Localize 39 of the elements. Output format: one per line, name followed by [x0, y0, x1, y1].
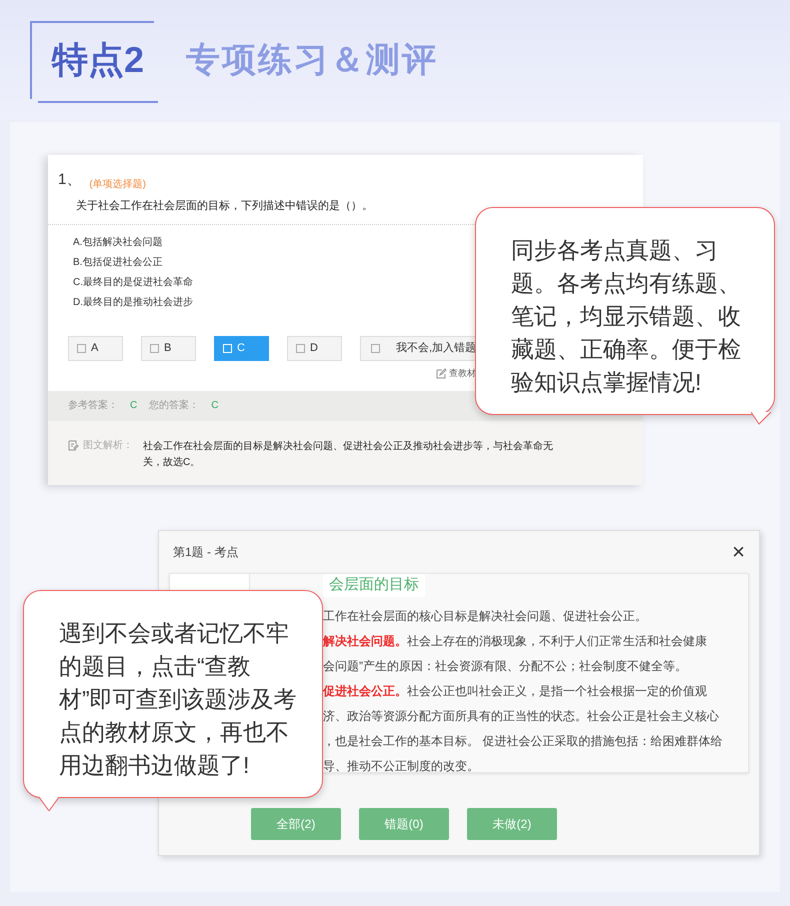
answer-button[interactable]: B: [141, 336, 196, 361]
text-line: 会问题”产生的原因：社会资源有限、分配不公；社会制度不健全等。: [323, 658, 688, 672]
highlight-text: 解决社会问题。: [323, 634, 407, 648]
textbook-link[interactable]: 查教材: [436, 367, 476, 380]
reference-answer: C: [130, 399, 138, 413]
reference-label: 参考答案：: [68, 398, 118, 413]
question-text: 关于社会工作在社会层面的目标，下列描述中错误的是（）。: [75, 198, 374, 214]
option-text: A.包括解决社会问题: [73, 236, 162, 250]
document-icon: [68, 440, 79, 451]
callout-text: 遇到不会或者记忆不牢的题目，点击“查教材”即可查到该题涉及考点的教材原文，再也不用边翻书边做题了!: [59, 619, 298, 780]
option-text: B.包括促进社会公正: [73, 256, 162, 270]
your-answer-label: 您的答案：: [149, 398, 200, 413]
text-line: 导、推动不公正制度的改变。: [323, 758, 480, 772]
text-line: ，也是社会工作的基本目标。 促进社会公正采取的措施包括：给困难群体给: [323, 734, 724, 748]
callout-text: 同步各考点真题、习题。各考点均有练题、笔记，均显示错题、收藏题、正确率。便于检验知识点掌握情况!: [511, 236, 742, 397]
badge-title: 特点2: [52, 38, 144, 82]
answer-button[interactable]: A: [68, 336, 123, 361]
checkbox-icon: [150, 344, 159, 353]
your-answer: C: [211, 399, 218, 413]
analysis-text: 社会工作在社会层面的目标是解决社会问题、促进社会公正及推动社会进步等，与社会革命无关，故选C。: [143, 440, 554, 470]
question-number: 1、: [58, 170, 82, 190]
option-text: C.最终目的是促进社会革命: [73, 276, 193, 290]
highlight-text: 促进社会公正。: [323, 684, 407, 698]
text-line: 社会上存在的消极现象，不利于人们正常生活和社会健康: [407, 634, 707, 648]
checkbox-icon: [223, 344, 232, 353]
text-line: 济、政治等资源分配方面所具有的正当性的状态。社会公正是社会主义核心: [323, 708, 720, 722]
text-line: 社会公正也叫社会正义，是指一个社会根据一定的价值观: [407, 684, 707, 698]
analysis-label: 图文解析：: [83, 438, 133, 453]
page-title: 专项练习＆测评: [186, 40, 438, 80]
option-text: D.最终目的是推动社会进步: [73, 296, 193, 310]
checkbox-icon: [77, 344, 86, 353]
text-line: 工作在社会层面的核心目标是解决社会问题、促进社会公正。: [323, 608, 648, 622]
dialog-title: 第1题 - 考点: [173, 544, 238, 561]
close-button[interactable]: ×: [732, 541, 745, 563]
edit-icon: [436, 368, 447, 380]
checkbox-icon: [296, 344, 305, 353]
question-type: (单项选择题): [89, 178, 146, 192]
skip-button[interactable]: 我不会,加入错题: [360, 336, 476, 361]
answer-button[interactable]: D: [287, 336, 342, 361]
